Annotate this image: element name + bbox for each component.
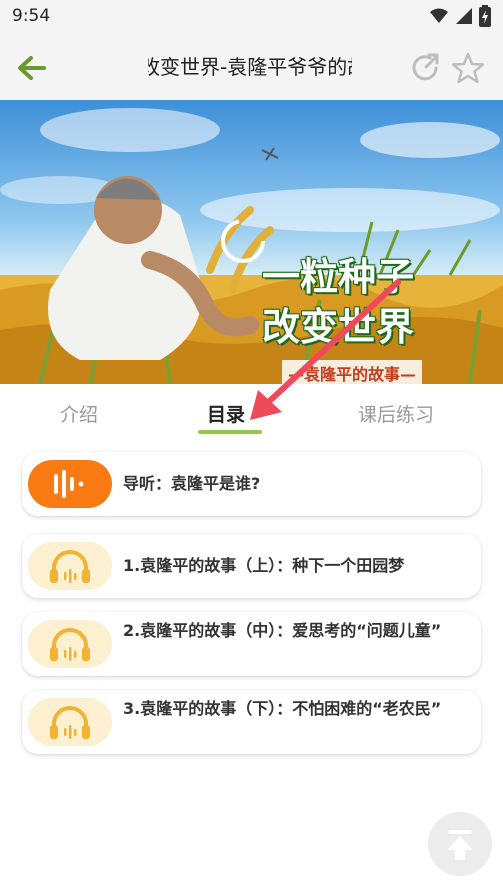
audio-thumb xyxy=(28,698,112,746)
favorite-button[interactable] xyxy=(450,50,486,86)
playing-indicator xyxy=(28,460,112,508)
audio-thumb xyxy=(28,542,112,590)
back-button[interactable] xyxy=(12,48,52,88)
audio-wave-icon xyxy=(54,470,84,498)
back-arrow-icon xyxy=(18,56,46,80)
active-tab-indicator xyxy=(198,430,262,434)
share-icon xyxy=(412,53,439,81)
page-title: 改变世界-袁隆平爷爷的故事 xyxy=(148,52,352,82)
catalog-item-label: 1.袁隆平的故事（上）：种下一个田园梦 xyxy=(123,556,405,575)
battery-charging-icon xyxy=(479,5,491,27)
banner-title: 一粒种子 改变世界 xyxy=(262,252,452,352)
cellular-signal-icon xyxy=(456,8,472,24)
banner-subtitle: —袁隆平的故事— xyxy=(282,360,423,384)
star-outline-icon xyxy=(451,52,485,84)
header: 改变世界-袁隆平爷爷的故事 xyxy=(0,34,503,100)
status-time: 9:54 xyxy=(12,6,51,26)
catalog-item-2[interactable]: 2.袁隆平的故事（中）：爱思考的“问题儿童” xyxy=(22,612,481,676)
audio-thumb xyxy=(28,620,112,668)
catalog-item-intro[interactable]: 导听：袁隆平是谁? xyxy=(22,452,481,516)
wifi-icon xyxy=(430,8,448,23)
tab-intro[interactable]: 介绍 xyxy=(60,400,98,427)
scroll-to-top-icon xyxy=(447,830,473,860)
banner-title-line2: 改变世界 xyxy=(262,305,415,349)
catalog-item-label: 导听：袁隆平是谁? xyxy=(123,474,261,493)
banner-title-line1: 一粒种子 xyxy=(262,255,415,299)
status-bar: 9:54 xyxy=(0,0,503,34)
cover-banner: 一粒种子 改变世界 —袁隆平的故事— xyxy=(0,100,503,384)
tab-practice[interactable]: 课后练习 xyxy=(358,400,434,427)
catalog-item-label: 3.袁隆平的故事（下）：不怕困难的“老农民” xyxy=(123,699,442,718)
status-icons xyxy=(429,5,491,27)
headphones-icon xyxy=(50,628,90,661)
catalog-item-label: 2.袁隆平的故事（中）：爱思考的“问题儿童” xyxy=(123,621,442,640)
headphones-icon xyxy=(50,550,90,583)
share-button[interactable] xyxy=(408,50,444,86)
headphones-icon xyxy=(50,706,90,739)
scroll-to-top-button[interactable] xyxy=(428,812,492,876)
tab-catalog[interactable]: 目录 xyxy=(207,400,245,427)
page-title-text: 改变世界-袁隆平爷爷的故事 xyxy=(148,55,352,79)
catalog-item-1[interactable]: 1.袁隆平的故事（上）：种下一个田园梦 xyxy=(22,534,481,598)
tab-bar: 介绍 目录 课后练习 xyxy=(0,384,503,440)
catalog-item-3[interactable]: 3.袁隆平的故事（下）：不怕困难的“老农民” xyxy=(22,690,481,754)
